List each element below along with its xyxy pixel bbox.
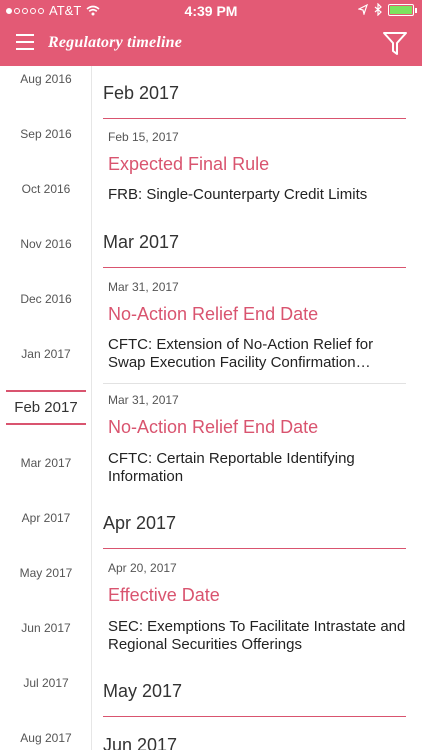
sidebar-month-mar-2017[interactable]: Mar 2017 <box>0 456 92 470</box>
hamburger-menu-icon[interactable] <box>16 34 34 52</box>
sidebar-month-may-2017[interactable]: May 2017 <box>0 566 92 580</box>
status-bar: AT&T 4:39 PM <box>0 0 422 22</box>
entry-title-link[interactable]: Effective Date <box>108 585 220 606</box>
entry-date: Apr 20, 2017 <box>108 561 177 575</box>
timeline-list[interactable]: Feb 2017 Feb 15, 2017 Expected Final Rul… <box>92 66 422 750</box>
month-rule <box>103 118 406 119</box>
location-arrow-icon <box>358 4 368 15</box>
entry-date: Mar 31, 2017 <box>108 280 179 294</box>
month-header-may-2017: May 2017 <box>103 681 183 701</box>
active-month-bottom-line <box>6 423 86 425</box>
entry-description[interactable]: CFTC: Extension of No-Action Relief for … <box>108 336 408 372</box>
month-header-mar-2017: Mar 2017 <box>103 232 180 252</box>
entry-description[interactable]: FRB: Single-Counterparty Credit Limits <box>108 186 408 204</box>
entry-date: Feb 15, 2017 <box>108 130 179 144</box>
month-rule <box>103 548 406 549</box>
sidebar-month-nov-2016[interactable]: Nov 2016 <box>0 237 92 251</box>
entry-date: Mar 31, 2017 <box>108 393 179 407</box>
entry-title-link[interactable]: Expected Final Rule <box>108 154 269 175</box>
entry-description[interactable]: SEC: Exemptions To Facilitate Intrastate… <box>108 618 408 654</box>
sidebar-month-jan-2017[interactable]: Jan 2017 <box>0 347 92 361</box>
filter-icon[interactable] <box>382 30 408 58</box>
sidebar-month-aug-2016[interactable]: Aug 2016 <box>0 72 92 86</box>
month-rule <box>103 267 406 268</box>
month-rule <box>103 716 406 717</box>
status-right <box>358 3 417 16</box>
bluetooth-icon <box>374 3 382 16</box>
entry-title-link[interactable]: No-Action Relief End Date <box>108 304 318 325</box>
entry-description[interactable]: CFTC: Certain Reportable Identifying Inf… <box>108 450 408 486</box>
entry-separator <box>103 383 406 384</box>
month-sidebar[interactable]: Aug 2016 Sep 2016 Oct 2016 Nov 2016 Dec … <box>0 66 92 750</box>
month-header-feb-2017: Feb 2017 <box>103 83 180 103</box>
sidebar-month-sep-2016[interactable]: Sep 2016 <box>0 127 92 141</box>
page-title: Regulatory timeline <box>48 34 183 51</box>
sidebar-month-feb-2017-active[interactable]: Feb 2017 <box>0 399 92 416</box>
sidebar-month-dec-2016[interactable]: Dec 2016 <box>0 292 92 306</box>
active-month-top-line <box>6 390 86 392</box>
battery-icon <box>388 3 417 16</box>
sidebar-month-oct-2016[interactable]: Oct 2016 <box>0 182 92 196</box>
sidebar-month-apr-2017[interactable]: Apr 2017 <box>0 511 92 525</box>
sidebar-month-jul-2017[interactable]: Jul 2017 <box>0 676 92 690</box>
sidebar-month-aug-2017[interactable]: Aug 2017 <box>0 731 92 745</box>
sidebar-month-jun-2017[interactable]: Jun 2017 <box>0 621 92 635</box>
nav-bar: Regulatory timeline <box>0 22 422 66</box>
month-header-jun-2017: Jun 2017 <box>103 735 178 750</box>
month-header-apr-2017: Apr 2017 <box>103 513 177 533</box>
entry-title-link[interactable]: No-Action Relief End Date <box>108 417 318 438</box>
